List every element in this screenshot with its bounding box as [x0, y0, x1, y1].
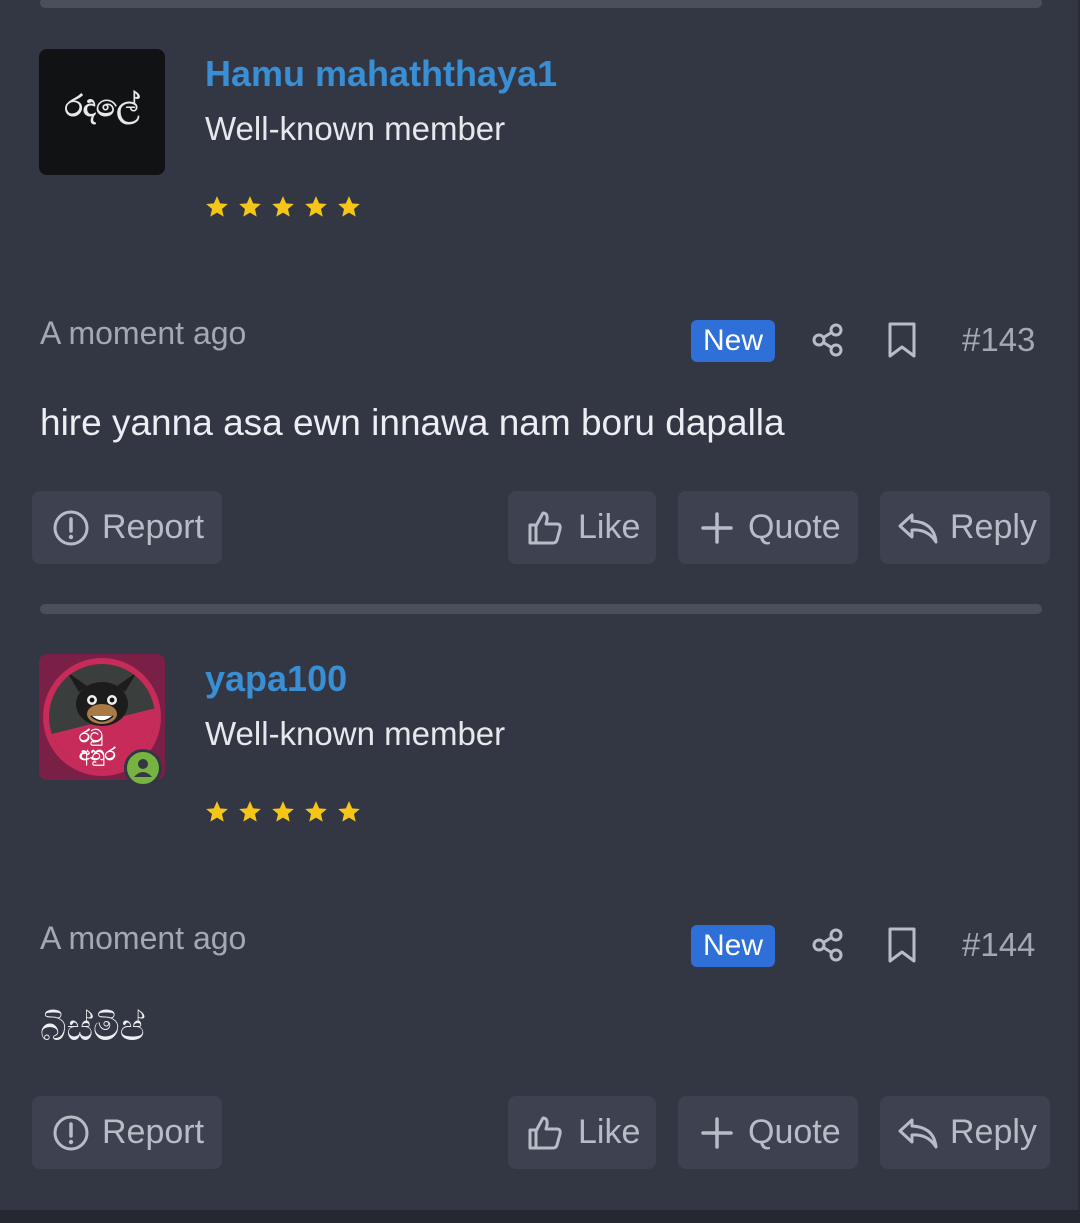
report-icon [53, 1115, 89, 1151]
user-rating [204, 194, 362, 222]
report-label: Report [102, 1113, 205, 1151]
plus-icon [701, 1117, 733, 1149]
post-143: රදලේ Hamu mahaththaya1 Well-known member… [0, 0, 1080, 600]
plus-icon [701, 512, 733, 544]
post-timestamp[interactable]: A moment ago [40, 917, 246, 959]
avatar-text: රදලේ [64, 89, 140, 124]
share-button[interactable] [808, 318, 848, 362]
report-icon [53, 510, 89, 546]
quote-label: Quote [748, 1113, 841, 1151]
new-badge: New [691, 925, 775, 967]
bookmark-icon [888, 322, 916, 358]
bookmark-button[interactable] [882, 318, 922, 362]
thumbs-up-icon [528, 1116, 562, 1150]
avatar[interactable]: රටු අනුර [39, 654, 165, 787]
like-button[interactable]: Like [508, 491, 656, 564]
quote-label: Quote [748, 508, 841, 546]
report-button[interactable]: Report [32, 491, 222, 564]
reply-button[interactable]: Reply [880, 1096, 1050, 1169]
post-message: බිස්මිප් [40, 1006, 145, 1049]
reply-button[interactable]: Reply [880, 491, 1050, 564]
like-label: Like [578, 508, 641, 546]
share-icon [812, 323, 843, 357]
star-icon [206, 196, 228, 217]
share-icon [812, 928, 843, 962]
star-icon [338, 801, 360, 822]
like-button[interactable]: Like [508, 1096, 656, 1169]
bookmark-button[interactable] [882, 923, 922, 967]
post-number-link[interactable]: #144 [962, 923, 1035, 967]
username[interactable]: yapa100 [205, 657, 347, 701]
star-icon [305, 196, 327, 217]
reply-label: Reply [950, 1113, 1037, 1151]
star-icon [338, 196, 360, 217]
quote-button[interactable]: Quote [678, 1096, 858, 1169]
post-number-link[interactable]: #143 [962, 318, 1035, 362]
avatar[interactable]: රදලේ [39, 49, 165, 175]
thread-panel: රදලේ Hamu mahaththaya1 Well-known member… [0, 0, 1080, 1210]
post-timestamp[interactable]: A moment ago [40, 312, 246, 354]
star-icon [206, 801, 228, 822]
star-icon [272, 801, 294, 822]
share-button[interactable] [808, 923, 848, 967]
quote-button[interactable]: Quote [678, 491, 858, 564]
reply-icon [898, 1118, 938, 1149]
user-rating [204, 799, 362, 827]
new-badge: New [691, 320, 775, 362]
like-label: Like [578, 1113, 641, 1151]
username[interactable]: Hamu mahaththaya1 [205, 52, 557, 96]
reply-label: Reply [950, 508, 1037, 546]
star-icon [239, 196, 261, 217]
user-online-icon [124, 749, 162, 787]
post-144: රටු අනුර yapa100 Well-known member A mom… [0, 605, 1080, 1205]
report-button[interactable]: Report [32, 1096, 222, 1169]
user-title: Well-known member [205, 110, 506, 147]
report-label: Report [102, 508, 205, 546]
thumbs-up-icon [528, 511, 562, 545]
user-title: Well-known member [205, 715, 506, 752]
star-icon [272, 196, 294, 217]
reply-icon [898, 513, 938, 544]
star-icon [239, 801, 261, 822]
bookmark-icon [888, 927, 916, 963]
star-icon [305, 801, 327, 822]
avatar-text: රටු අනුර [79, 726, 116, 765]
post-message: hire yanna asa ewn innawa nam boru dapal… [40, 402, 785, 443]
